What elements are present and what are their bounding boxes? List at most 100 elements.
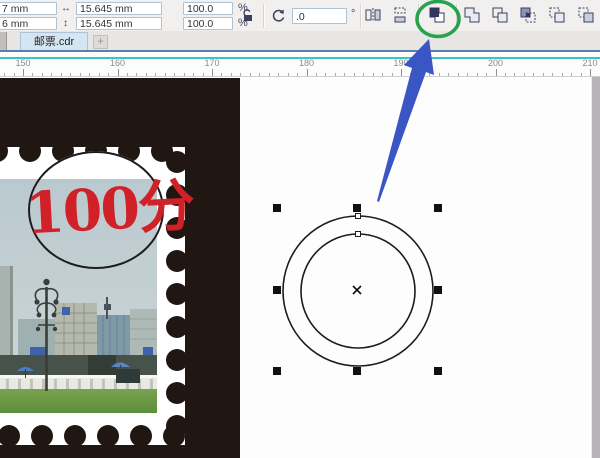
ruler-tick: [401, 69, 402, 76]
ruler-tick: [259, 73, 261, 76]
rotate-icon: [270, 7, 290, 27]
ruler-tick: [504, 73, 506, 76]
document-tab-active[interactable]: 邮票.cdr: [20, 32, 88, 51]
weld-button-icon[interactable]: [463, 6, 483, 26]
object-height-field[interactable]: 15.645 mm: [76, 17, 162, 30]
object-height-icon: ↕: [63, 18, 68, 29]
ruler-tick: [164, 73, 166, 76]
selection-handle[interactable]: [353, 367, 361, 375]
horizontal-ruler: 150 160 170 180 190 200 210: [0, 52, 600, 77]
mirror-vertical-icon[interactable]: [391, 6, 411, 26]
ruler-tick: [98, 73, 100, 76]
ruler-tick: [533, 73, 535, 76]
ruler-label: 190: [393, 58, 409, 68]
ruler-label: 210: [582, 58, 598, 68]
combine-button-icon[interactable]: [428, 6, 448, 26]
ruler-tick: [552, 73, 554, 76]
property-bar: 7 mm 6 mm ↔ ↕ 15.645 mm 15.645 mm 100.0 …: [0, 0, 600, 32]
ruler-tick: [590, 69, 591, 76]
ruler-tick: [353, 73, 355, 76]
ruler-tick: [382, 73, 384, 76]
ruler-tick: [514, 73, 516, 76]
object-center-marker[interactable]: [352, 285, 362, 295]
ruler-tick: [419, 73, 421, 76]
ruler-tick: [429, 73, 431, 76]
ruler-tick: [391, 73, 393, 76]
ruler-tick: [325, 73, 327, 76]
ruler-tick: [4, 73, 6, 76]
ruler-tick: [306, 69, 308, 76]
scale-width-field[interactable]: 100.0: [183, 2, 233, 15]
separator: [263, 4, 265, 28]
ruler-tick: [145, 73, 147, 76]
selected-circles-object[interactable]: [0, 77, 600, 458]
selection-handle[interactable]: [273, 204, 281, 212]
simplify-button-icon[interactable]: [548, 6, 568, 26]
ruler-tick: [32, 73, 34, 76]
ruler-tick: [221, 73, 223, 76]
ruler-label: 200: [487, 58, 504, 68]
ruler-tick: [448, 73, 450, 76]
ruler-tick: [523, 73, 525, 76]
vertical-scrollbar[interactable]: [591, 77, 600, 458]
separator: [456, 4, 458, 28]
ruler-tick: [23, 69, 24, 76]
ruler-tick: [89, 73, 91, 76]
separator: [360, 4, 362, 28]
mirror-horizontal-icon[interactable]: [364, 6, 384, 26]
ruler-label: 170: [204, 58, 220, 68]
intersect-button-icon[interactable]: [519, 6, 539, 26]
ruler-tick: [13, 73, 15, 76]
ruler-tick: [438, 73, 440, 76]
ruler-tick: [41, 73, 43, 76]
lock-ratio-icon[interactable]: [241, 8, 261, 28]
ruler-tick: [249, 73, 251, 76]
selection-handle[interactable]: [273, 286, 281, 294]
object-width-icon: ↔: [61, 3, 71, 14]
selection-handle[interactable]: [353, 204, 361, 212]
ruler-tick: [240, 73, 242, 76]
ruler-tick: [495, 69, 497, 76]
ruler-tick: [486, 73, 488, 76]
outer-circle-node[interactable]: [355, 213, 361, 219]
inner-circle-node[interactable]: [355, 231, 361, 237]
ruler-tick: [193, 73, 195, 76]
ruler-tick: [297, 73, 299, 76]
ruler-tick: [79, 73, 81, 76]
document-tab-bar: 邮票.cdr +: [0, 31, 600, 51]
ruler-tick: [344, 73, 346, 76]
object-width-field[interactable]: 15.645 mm: [76, 2, 162, 15]
document-tab-partial[interactable]: [0, 32, 7, 51]
ruler-tick: [315, 73, 317, 76]
ruler-tick: [108, 73, 110, 76]
new-document-tab-button[interactable]: +: [93, 35, 108, 49]
ruler-tick: [278, 73, 280, 76]
scrollbar-thumb[interactable]: [592, 77, 600, 458]
selection-handle[interactable]: [273, 367, 281, 375]
ruler-tick: [476, 73, 478, 76]
object-position-x-field[interactable]: 7 mm: [0, 2, 57, 15]
object-position-y-field[interactable]: 6 mm: [0, 17, 57, 30]
ruler-tick: [202, 73, 204, 76]
rotation-angle-field[interactable]: .0: [292, 8, 347, 24]
ruler-tick: [136, 73, 138, 76]
front-minus-back-button-icon[interactable]: [577, 6, 597, 26]
ruler-tick: [410, 73, 412, 76]
ruler-tick: [51, 73, 53, 76]
ruler-label: 160: [109, 58, 126, 68]
scale-height-field[interactable]: 100.0: [183, 17, 233, 30]
ruler-tick: [363, 73, 365, 76]
selection-handle[interactable]: [434, 204, 442, 212]
selection-handle[interactable]: [434, 286, 442, 294]
ruler-tick: [230, 73, 232, 76]
drawing-canvas[interactable]: 100分: [0, 77, 600, 458]
degree-label: °: [351, 8, 356, 20]
ruler-label: 180: [298, 58, 315, 68]
ruler-tick: [70, 73, 72, 76]
ruler-tick: [268, 73, 270, 76]
selection-handle[interactable]: [434, 367, 442, 375]
ruler-tick: [174, 73, 176, 76]
trim-button-icon[interactable]: [491, 6, 511, 26]
ruler-tick: [117, 69, 119, 76]
ruler-tick: [183, 73, 185, 76]
